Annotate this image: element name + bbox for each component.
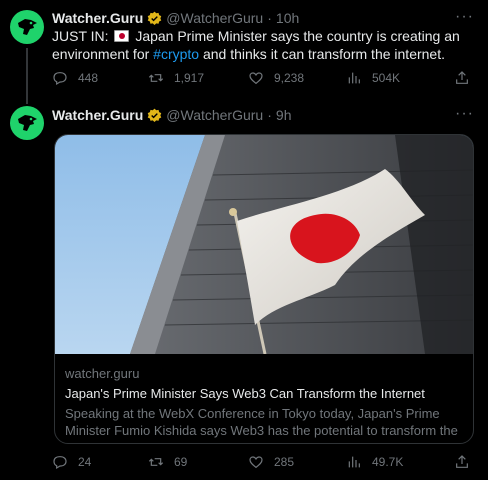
share-button[interactable]: [454, 70, 480, 86]
reply-button[interactable]: 24: [52, 454, 91, 470]
more-options-button[interactable]: ···: [455, 8, 474, 26]
tweet-header: Watcher.Guru @WatcherGuru · 9h: [52, 107, 291, 123]
heart-icon: [249, 72, 263, 85]
more-options-button[interactable]: ···: [455, 105, 474, 123]
hashtag-link[interactable]: #crypto: [153, 46, 199, 62]
views-icon: [348, 72, 360, 84]
card-description: Speaking at the WebX Conference in Tokyo…: [65, 406, 458, 443]
views-icon: [348, 456, 360, 468]
reply-count: 448: [78, 71, 99, 85]
card-title[interactable]: Japan's Prime Minister Says Web3 Can Tra…: [65, 386, 425, 401]
text-lead: JUST IN:: [52, 28, 109, 44]
tweet-text: JUST IN: Japan Prime Minister says the c…: [52, 27, 472, 63]
timestamp[interactable]: 10h: [276, 10, 299, 26]
separator-dot: ·: [267, 10, 272, 26]
tweet-2[interactable]: Watcher.Guru @WatcherGuru · 9h ··· watch…: [0, 100, 488, 480]
verified-badge-icon: [148, 108, 162, 122]
share-icon: [456, 71, 468, 84]
like-count: 9,238: [274, 71, 305, 85]
retweet-icon: [148, 458, 164, 466]
watcher-guru-dog-logo-icon: [18, 115, 37, 131]
avatar[interactable]: [10, 106, 44, 140]
like-count: 285: [274, 455, 295, 469]
text-tail: and thinks it can transform the internet…: [202, 46, 445, 62]
like-button[interactable]: 9,238: [248, 70, 304, 86]
retweet-button[interactable]: 69: [148, 454, 187, 470]
reply-count: 24: [78, 455, 92, 469]
tweet-actions: 24 69 285 49.7K: [52, 454, 472, 474]
tweet-actions: 448 1,917 9,238 504K: [52, 70, 472, 90]
like-button[interactable]: 285: [248, 454, 294, 470]
thread-line: [26, 48, 28, 104]
watcher-guru-dog-logo-icon: [18, 19, 37, 35]
separator-dot: ·: [267, 107, 272, 123]
reply-button[interactable]: 448: [52, 70, 98, 86]
reply-icon: [53, 456, 67, 470]
views-button[interactable]: 49.7K: [346, 454, 403, 470]
views-count: 49.7K: [372, 455, 404, 469]
views-count: 504K: [372, 71, 401, 85]
retweet-count: 1,917: [174, 71, 205, 85]
japan-flag-icon: [114, 30, 130, 42]
card-image-japan-flag-building: [55, 135, 473, 354]
retweet-icon: [148, 74, 164, 82]
reply-icon: [53, 72, 67, 86]
share-icon: [456, 455, 468, 468]
card-domain: watcher.guru: [65, 366, 140, 381]
verified-badge-icon: [148, 11, 162, 25]
display-name[interactable]: Watcher.Guru: [52, 10, 143, 26]
avatar[interactable]: [10, 10, 44, 44]
views-button[interactable]: 504K: [346, 70, 400, 86]
heart-icon: [249, 456, 263, 469]
retweet-button[interactable]: 1,917: [148, 70, 204, 86]
timestamp[interactable]: 9h: [276, 107, 292, 123]
tweet-header: Watcher.Guru @WatcherGuru · 10h: [52, 10, 299, 26]
tweet-1[interactable]: Watcher.Guru @WatcherGuru · 10h ··· JUST…: [0, 0, 488, 104]
retweet-count: 69: [174, 455, 188, 469]
handle[interactable]: @WatcherGuru: [166, 107, 263, 123]
display-name[interactable]: Watcher.Guru: [52, 107, 143, 123]
handle[interactable]: @WatcherGuru: [166, 10, 263, 26]
link-card[interactable]: watcher.guru Japan's Prime Minister Says…: [54, 134, 474, 444]
share-button[interactable]: [454, 454, 480, 470]
